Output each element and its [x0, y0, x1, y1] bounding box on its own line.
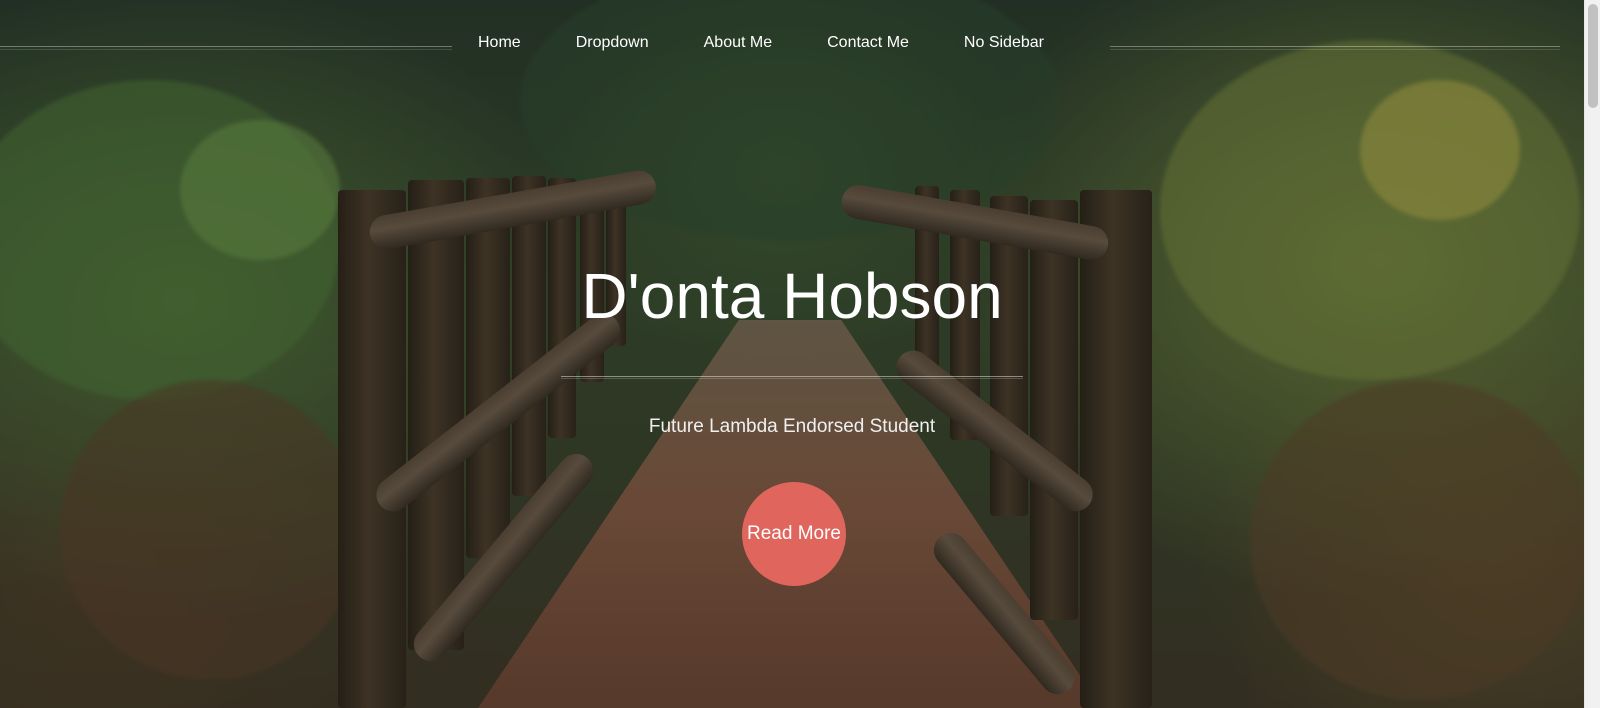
main-nav: Home Dropdown About Me Contact Me No Sid… — [478, 30, 1099, 56]
nav-link-about-me[interactable]: About Me — [704, 30, 772, 56]
hero-subtitle: Future Lambda Endorsed Student — [648, 416, 936, 437]
read-more-button[interactable]: Read More — [742, 482, 846, 586]
page-viewport: Home Dropdown About Me Contact Me No Sid… — [0, 0, 1600, 708]
vertical-scrollbar[interactable] — [1584, 0, 1600, 708]
hero-overlay — [0, 0, 1584, 708]
nav-divider-right — [1110, 46, 1560, 50]
nav-link-dropdown[interactable]: Dropdown — [576, 30, 649, 56]
scrollbar-thumb[interactable] — [1588, 4, 1598, 108]
nav-link-contact-me[interactable]: Contact Me — [827, 30, 909, 56]
nav-divider-left — [0, 46, 452, 50]
hero-title: D'onta Hobson — [581, 260, 1003, 332]
hero-divider — [561, 376, 1023, 379]
nav-link-home[interactable]: Home — [478, 30, 521, 56]
nav-link-no-sidebar[interactable]: No Sidebar — [964, 30, 1044, 56]
